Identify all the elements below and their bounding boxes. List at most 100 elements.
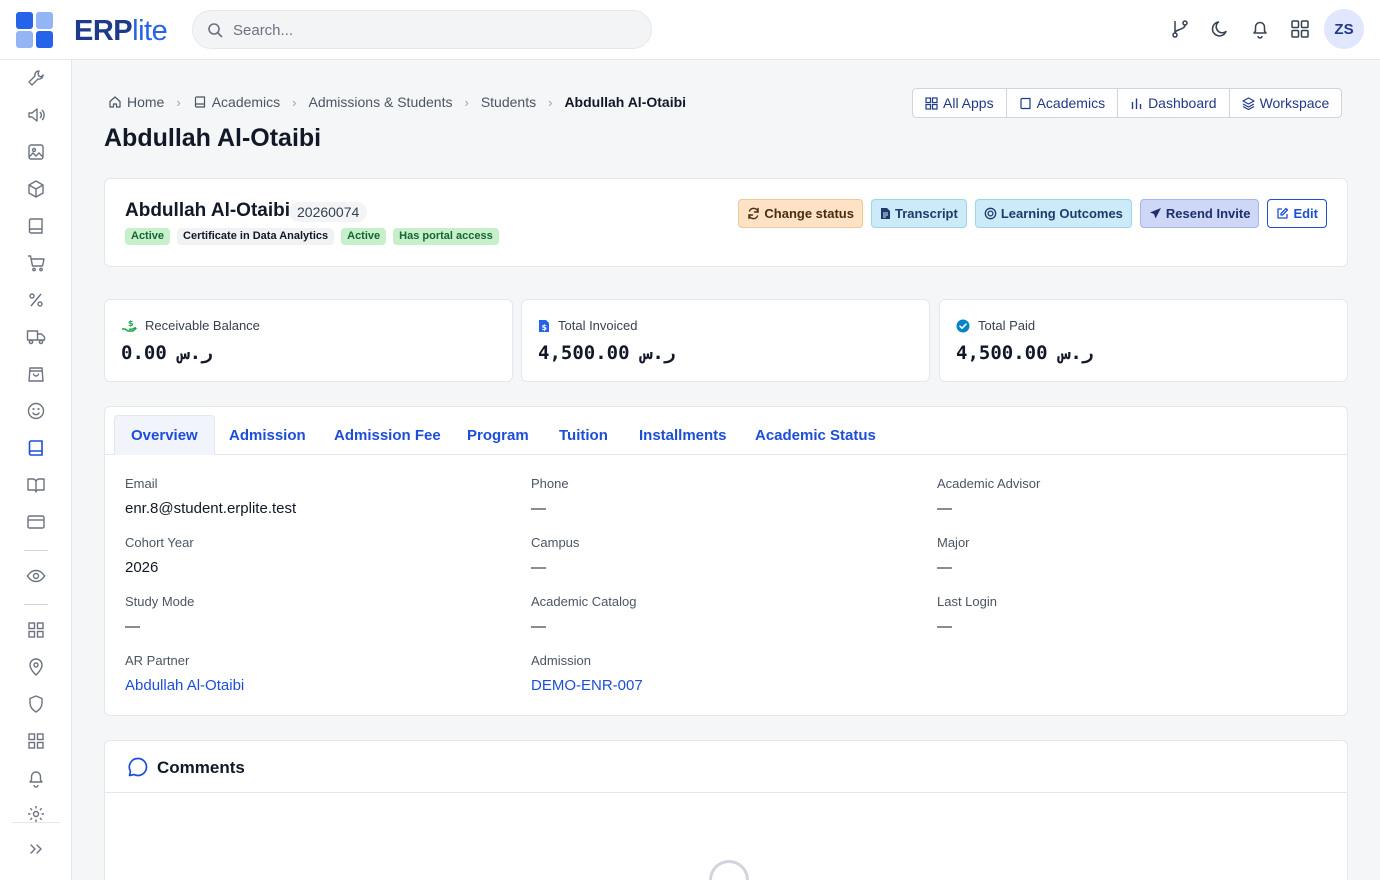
comments-header: Comments <box>105 741 1347 793</box>
breadcrumb-admissions[interactable]: Admissions & Students <box>309 94 453 110</box>
book-icon[interactable] <box>26 216 46 236</box>
book-icon <box>1019 97 1031 109</box>
credit-card-icon[interactable] <box>26 512 46 532</box>
sidebar <box>0 60 72 880</box>
program-badge: Certificate in Data Analytics <box>177 228 335 245</box>
edit-button[interactable]: Edit <box>1267 199 1327 228</box>
resend-invite-button[interactable]: Resend Invite <box>1139 199 1260 228</box>
sidebar-divider <box>24 550 48 551</box>
status-badges: Active Certificate in Data Analytics Act… <box>125 228 499 245</box>
learning-outcomes-button[interactable]: Learning Outcomes <box>974 199 1132 228</box>
smile-icon[interactable] <box>26 401 46 421</box>
total-invoiced-card: $ Total Invoiced 4,500.00 ر.س <box>521 299 930 382</box>
tab-overview[interactable]: Overview <box>114 415 215 455</box>
moon-icon[interactable] <box>1209 18 1231 40</box>
grid-icon[interactable] <box>26 620 46 640</box>
total-paid-card: Total Paid 4,500.00 ر.س <box>939 299 1348 382</box>
breadcrumb-current: Abdullah Al-Otaibi <box>564 94 687 110</box>
grid-icon <box>925 96 938 110</box>
student-name: Abdullah Al-Otaibi <box>125 200 291 221</box>
stat-value: 4,500.00 ر.س <box>956 342 1094 364</box>
change-status-button[interactable]: Change status <box>738 199 863 228</box>
percent-icon[interactable] <box>26 290 46 310</box>
sidebar-divider <box>12 822 60 823</box>
tab-bar: Overview Admission Admission Fee Program… <box>105 407 1347 455</box>
expand-chevrons-icon[interactable] <box>26 839 46 859</box>
field-ar-partner: AR Partner Abdullah Al-Otaibi <box>125 653 245 694</box>
tab-program[interactable]: Program <box>467 415 529 455</box>
field-academic-catalog: Academic Catalog — <box>531 594 637 635</box>
eye-icon[interactable] <box>26 566 46 586</box>
shopping-bag-icon[interactable] <box>26 364 46 384</box>
bar-chart-icon <box>1131 98 1142 109</box>
wrench-icon[interactable] <box>26 68 46 88</box>
page-title: Abdullah Al-Otaibi <box>104 124 322 152</box>
invoice-icon: $ <box>539 319 549 332</box>
stat-value: 4,500.00 ر.س <box>538 342 676 364</box>
admission-link[interactable]: DEMO-ENR-007 <box>531 677 643 694</box>
git-branch-icon[interactable] <box>1169 18 1191 40</box>
tab-installments[interactable]: Installments <box>639 415 727 455</box>
send-icon <box>1149 208 1161 219</box>
check-circle-icon <box>956 319 970 332</box>
tab-tuition[interactable]: Tuition <box>559 415 608 455</box>
field-campus: Campus — <box>531 535 580 576</box>
map-pin-icon[interactable] <box>26 657 46 677</box>
chevron-right-icon: › <box>176 94 181 110</box>
transcript-button[interactable]: Transcript <box>870 199 967 228</box>
app-links-group: All Apps Academics Dashboard Workspace <box>912 88 1343 118</box>
search-input[interactable] <box>233 19 633 41</box>
academics-book-icon[interactable] <box>26 438 46 458</box>
field-major: Major — <box>937 535 970 576</box>
gear-icon[interactable] <box>26 804 46 824</box>
search-box[interactable] <box>192 10 652 49</box>
header-actions: Change status Transcript Learning Outcom… <box>738 199 1327 228</box>
truck-icon[interactable] <box>26 327 46 347</box>
breadcrumb-home[interactable]: Home <box>108 94 164 110</box>
edit-icon <box>1277 207 1289 219</box>
document-icon <box>880 208 890 219</box>
bell-icon[interactable] <box>26 768 46 788</box>
field-cohort-year: Cohort Year 2026 <box>125 535 194 576</box>
portal-access-badge: Has portal access <box>393 228 499 245</box>
app-logo[interactable]: ERPlite <box>74 14 168 48</box>
field-phone: Phone — <box>531 476 569 517</box>
cart-icon[interactable] <box>26 253 46 273</box>
svg-text:$: $ <box>128 319 134 328</box>
image-icon[interactable] <box>26 142 46 162</box>
status-badge: Active <box>125 228 171 245</box>
receivable-balance-card: $ Receivable Balance 0.00 ر.س <box>104 299 513 382</box>
tab-admission[interactable]: Admission <box>229 415 306 455</box>
sidebar-divider <box>24 604 48 605</box>
all-apps-link[interactable]: All Apps <box>913 89 1006 117</box>
comments-card: Comments <box>104 740 1348 880</box>
refresh-icon <box>748 207 760 220</box>
academics-link[interactable]: Academics <box>1005 89 1117 117</box>
breadcrumb-academics[interactable]: Academics <box>193 94 280 110</box>
field-last-login: Last Login — <box>937 594 997 635</box>
bell-icon[interactable] <box>1249 18 1271 40</box>
dashboard-link[interactable]: Dashboard <box>1117 89 1229 117</box>
book-icon <box>194 96 205 108</box>
stat-value: 0.00 ر.س <box>121 342 213 364</box>
grid-icon[interactable] <box>26 731 46 751</box>
logo-icon[interactable] <box>16 12 53 48</box>
breadcrumb: Home › Academics › Admissions & Students… <box>108 92 686 112</box>
chevron-right-icon: › <box>292 94 297 110</box>
user-avatar[interactable]: ZS <box>1324 9 1364 49</box>
megaphone-icon[interactable] <box>26 105 46 125</box>
tab-admission-fee[interactable]: Admission Fee <box>334 415 441 455</box>
open-book-icon[interactable] <box>26 475 46 495</box>
tab-academic-status[interactable]: Academic Status <box>755 415 876 455</box>
shield-icon[interactable] <box>26 694 46 714</box>
money-hand-icon: $ <box>122 319 137 332</box>
ar-partner-link[interactable]: Abdullah Al-Otaibi <box>125 677 244 694</box>
student-header-card: Abdullah Al-Otaibi 20260074 Active Certi… <box>104 178 1348 267</box>
apps-grid-icon[interactable] <box>1289 18 1311 40</box>
box-icon[interactable] <box>26 179 46 199</box>
workspace-link[interactable]: Workspace <box>1228 89 1342 117</box>
details-tabs-card: Overview Admission Admission Fee Program… <box>104 406 1348 716</box>
breadcrumb-students[interactable]: Students <box>481 94 536 110</box>
search-icon <box>208 23 223 38</box>
field-email: Email enr.8@student.erplite.test <box>125 476 297 517</box>
